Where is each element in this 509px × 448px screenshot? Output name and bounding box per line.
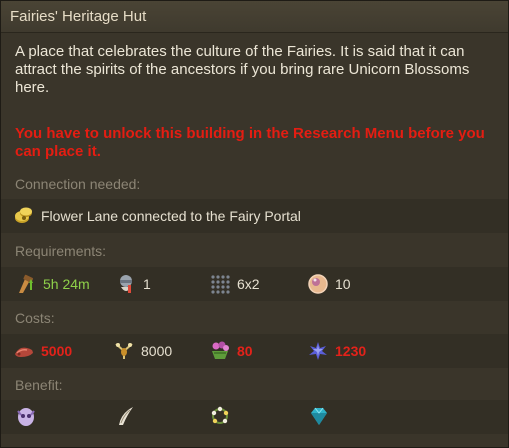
requirement-workers-value: 1 [143,276,151,292]
cost-flowers-value: 80 [237,343,253,359]
requirement-size: 6x2 [209,273,260,295]
requirement-population-value: 10 [335,276,351,292]
building-tooltip: Fairies' Heritage Hut A place that celeb… [0,0,509,448]
cost-flowers: 80 [209,340,253,362]
road-coin-icon [13,205,35,227]
flower-basket-icon [209,340,231,362]
supplies-icon [13,340,35,362]
connection-text: Flower Lane connected to the Fairy Porta… [41,208,301,224]
cost-supplies-value: 5000 [41,343,73,359]
coins-icon [113,340,135,362]
benefit-item-2 [115,405,137,427]
building-description: A place that celebrates the culture of t… [15,43,470,96]
worker-icon [115,273,137,295]
requirements-label: Requirements: [15,243,107,259]
tooltip-title: Fairies' Heritage Hut [1,1,508,33]
cost-coins: 8000 [113,340,172,362]
population-orb-icon [307,273,329,295]
benefit-band [1,400,508,434]
connection-label: Connection needed: [15,176,141,192]
cost-supplies: 5000 [13,340,72,362]
build-time-icon [15,273,37,295]
benefit-label: Benefit: [15,377,63,393]
unlock-warning: You have to unlock this building in the … [15,125,485,160]
cost-crystals: 1230 [307,340,366,362]
benefit-item-4 [307,405,329,427]
benefit-item-1 [15,405,37,427]
horn-icon [115,405,137,427]
costs-label: Costs: [15,310,55,326]
requirement-size-value: 6x2 [237,276,260,292]
requirement-build-time: 5h 24m [15,273,90,295]
requirement-build-time-value: 5h 24m [43,276,90,292]
size-grid-icon [209,273,231,295]
costs-band [1,334,508,368]
requirement-population: 10 [307,273,351,295]
cost-coins-value: 8000 [141,343,173,359]
flower-wreath-icon [209,405,231,427]
cost-crystals-value: 1230 [335,343,367,359]
requirement-workers: 1 [115,273,151,295]
gem-icon [307,405,329,427]
crystal-icon [307,340,329,362]
connection-row: Flower Lane connected to the Fairy Porta… [13,205,301,227]
benefit-item-3 [209,405,231,427]
ancestor-spirit-icon [15,405,37,427]
